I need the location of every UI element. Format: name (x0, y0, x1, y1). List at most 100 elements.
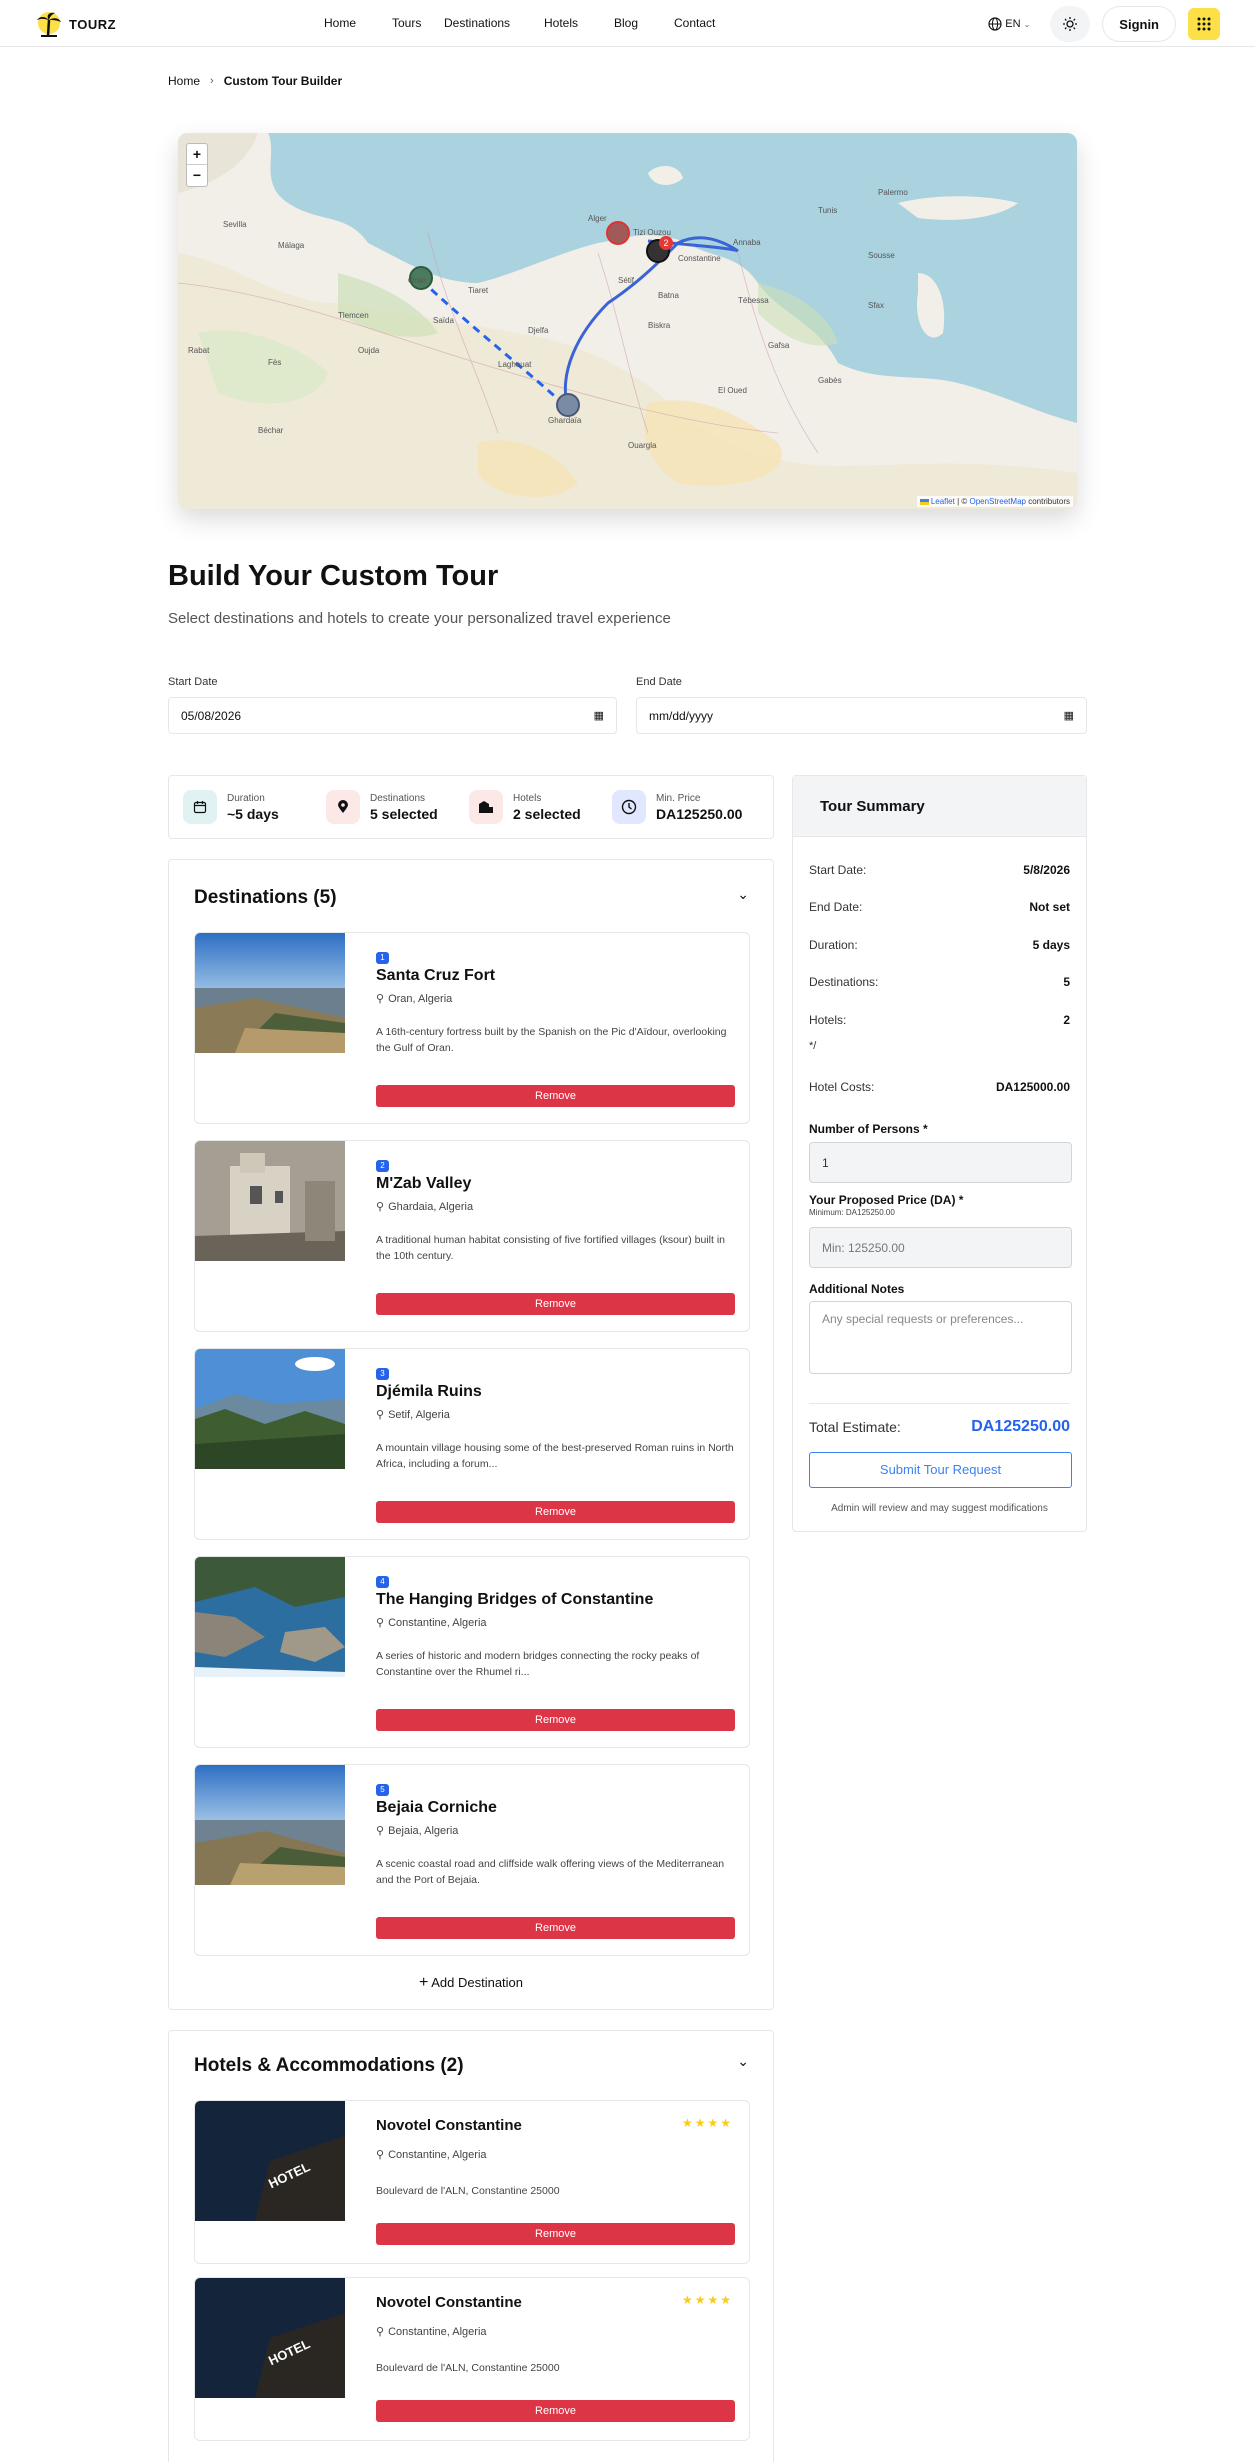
destination-description: A scenic coastal road and cliffside walk… (376, 1858, 725, 1887)
remove-destination-button[interactable]: Remove (376, 1085, 735, 1107)
stat-label: Duration (227, 792, 265, 804)
map-label: Tlemcen (338, 311, 369, 320)
destination-name: M'Zab Valley (376, 1175, 472, 1192)
map-zoom-control: + − (186, 143, 208, 187)
tour-route-map[interactable]: 2 Sevilla Málaga Oran Alger Tizi Ouzou S… (178, 133, 1077, 509)
destination-location: ⚲ Bejaia, Algeria (376, 1824, 458, 1838)
end-date-label: End Date (636, 676, 682, 688)
add-destination-button[interactable]: + Add Destination (169, 1974, 773, 1992)
destination-number-badge: 3 (376, 1368, 389, 1380)
apps-menu-button[interactable] (1188, 8, 1220, 40)
map-label: Djelfa (528, 326, 549, 335)
price-input[interactable]: Min: 125250.00 (809, 1227, 1072, 1268)
breadcrumb: Home › Custom Tour Builder (168, 74, 342, 88)
map-marker-icon[interactable] (606, 221, 630, 245)
submit-tour-request-button[interactable]: Submit Tour Request (809, 1452, 1072, 1488)
nav-link-home[interactable]: Home (324, 16, 392, 30)
remove-destination-button[interactable]: Remove (376, 1917, 735, 1939)
destination-card: 4 The Hanging Bridges of Constantine ⚲ Co… (194, 1556, 750, 1748)
start-date-input[interactable]: 05/08/2026 ▦ (168, 697, 617, 734)
map-label: Sétif (618, 276, 635, 285)
location-text: Constantine, Algeria (388, 2148, 487, 2161)
remove-destination-button[interactable]: Remove (376, 1501, 735, 1523)
hotel-name: Novotel Constantine (376, 2294, 522, 2311)
nav-link-contact[interactable]: Contact (674, 16, 715, 30)
osm-link[interactable]: OpenStreetMap (969, 497, 1025, 506)
remove-hotel-button[interactable]: Remove (376, 2223, 735, 2245)
notes-textarea[interactable]: Any special requests or preferences... (809, 1301, 1072, 1374)
summary-value: 5/8/2026 (1023, 863, 1070, 877)
map-label: Saïda (433, 316, 454, 325)
destination-card: 2 M'Zab Valley ⚲ Ghardaia, Algeria A trad… (194, 1140, 750, 1332)
total-label: Total Estimate: (809, 1419, 901, 1435)
map-label: Constantine (678, 254, 721, 263)
hotel-location: ⚲ Constantine, Algeria (376, 2325, 487, 2339)
destination-location: ⚲ Constantine, Algeria (376, 1616, 487, 1630)
hotel-location: ⚲ Constantine, Algeria (376, 2148, 487, 2162)
destination-description: A series of historic and modern bridges … (376, 1650, 700, 1679)
location-text: Oran, Algeria (388, 992, 453, 1005)
map-label: Biskra (648, 321, 671, 330)
map-label: Sousse (868, 251, 895, 260)
map-label: Oran (408, 276, 426, 285)
remove-hotel-button[interactable]: Remove (376, 2400, 735, 2422)
review-note: Admin will review and may suggest modifi… (831, 1503, 1048, 1514)
chevron-down-icon[interactable]: ⌄ (737, 886, 749, 903)
map-label: Palermo (878, 188, 908, 197)
map-label: Fès (268, 358, 281, 367)
summary-value: 5 (1063, 975, 1070, 989)
map-label: Gafsa (768, 341, 790, 350)
calendar-icon: ▦ (593, 710, 604, 722)
brand-name: TOURZ (69, 16, 117, 32)
map-pin-icon: ⚲ (376, 1201, 385, 1213)
summary-label: Hotel Costs: (809, 1080, 875, 1094)
destination-name: Djémila Ruins (376, 1383, 482, 1400)
stat-value: 2 selected (513, 805, 581, 822)
zoom-in-button[interactable]: + (187, 144, 207, 165)
leaflet-link[interactable]: Leaflet (931, 497, 955, 506)
map-pin-icon: ⚲ (376, 1825, 385, 1837)
destination-name: Bejaia Corniche (376, 1799, 497, 1816)
location-text: Setif, Algeria (388, 1408, 450, 1421)
nav-link-tours[interactable]: Tours (392, 16, 444, 30)
stat-label: Destinations (370, 792, 426, 804)
nav-link-destinations[interactable]: Destinations (444, 16, 544, 30)
brand-logo[interactable]: TOURZ (35, 10, 116, 38)
breadcrumb-home[interactable]: Home (168, 74, 200, 88)
map-label: Tunis (818, 206, 837, 215)
star-rating: ★★★★ (681, 2116, 733, 2130)
map-pin-icon: ⚲ (376, 2326, 385, 2338)
zoom-out-button[interactable]: − (187, 165, 207, 185)
map-label: Oujda (358, 346, 380, 355)
destination-image (195, 1349, 345, 1469)
destinations-title: Destinations (5) (194, 887, 337, 908)
language-selector[interactable]: EN ⌄ (988, 17, 1030, 31)
chevron-down-icon[interactable]: ⌄ (737, 2053, 749, 2070)
start-date-label: Start Date (168, 676, 218, 688)
add-destination-label: Add Destination (431, 1975, 524, 1990)
nav-link-blog[interactable]: Blog (614, 16, 674, 30)
signin-button[interactable]: Signin (1102, 6, 1176, 42)
nav-link-hotels[interactable]: Hotels (544, 16, 614, 30)
remove-destination-button[interactable]: Remove (376, 1293, 735, 1315)
destination-description: A traditional human habitat consisting o… (376, 1234, 726, 1263)
hotel-address: Boulevard de l'ALN, Constantine 25000 (376, 2362, 560, 2374)
map-pin-icon: ⚲ (376, 1617, 385, 1629)
map-label: Sevilla (223, 220, 247, 229)
summary-hotels: Hotels: 2 (809, 1013, 1070, 1027)
stat-label: Min. Price (656, 792, 701, 804)
summary-value: DA125000.00 (995, 1080, 1070, 1094)
theme-toggle-button[interactable] (1050, 6, 1091, 42)
remove-destination-button[interactable]: Remove (376, 1709, 735, 1731)
end-date-input[interactable]: mm/dd/yyyy ▦ (636, 697, 1087, 734)
stat-min-price: Min. Price DA125250.00 (612, 790, 755, 824)
sun-icon (1063, 17, 1078, 31)
map-label: Gabès (818, 376, 842, 385)
hotel-card: HOTEL ★★★★ Novotel Constantine ⚲ Constant… (194, 2100, 750, 2264)
map-marker-icon[interactable] (556, 393, 580, 417)
price-minimum-hint: Minimum: DA125250.00 (809, 1208, 895, 1217)
calendar-icon (183, 790, 217, 824)
summary-stray-text: */ (809, 1040, 1070, 1052)
map-label: Tiaret (468, 286, 489, 295)
persons-input[interactable]: 1 (809, 1142, 1072, 1183)
